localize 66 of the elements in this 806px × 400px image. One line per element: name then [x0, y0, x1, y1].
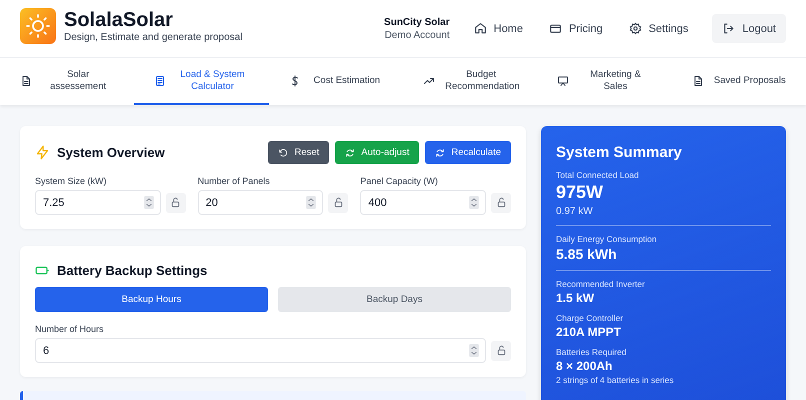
presentation-icon: [557, 74, 570, 86]
number-field[interactable]: 400: [360, 190, 486, 215]
tab[interactable]: Budget Recommendation: [402, 58, 538, 105]
metric-value: 1.5 kW: [556, 291, 596, 305]
field-label: System Size (kW): [35, 176, 108, 186]
undo-icon: [278, 148, 288, 158]
lightning-icon: [35, 145, 50, 160]
metric-value: 5.85 kWh: [556, 246, 618, 262]
refresh-icon: [435, 148, 446, 158]
document-icon: [692, 74, 704, 86]
open-lock-icon: [332, 197, 344, 208]
number-field[interactable]: 6: [35, 338, 486, 363]
home-icon: [474, 22, 487, 35]
metric-label: Charge Controller: [556, 313, 624, 323]
tab[interactable]: Cost Estimation: [268, 58, 403, 105]
metric-label: Recommended Inverter: [556, 279, 646, 289]
metric-label: Daily Energy Consumption: [556, 234, 658, 244]
metric-label: Total Connected Load: [556, 170, 640, 180]
spinner-icon: [469, 344, 479, 357]
panel-title: System Summary: [556, 144, 683, 161]
calculator-icon: [154, 74, 166, 86]
card-icon: [548, 22, 562, 35]
settings-icon: [628, 22, 642, 35]
nav-logout[interactable]: Logout: [712, 14, 786, 43]
field-label: Number of Hours: [35, 324, 105, 334]
card-title: System Overview: [57, 145, 165, 160]
refresh-icon: [345, 148, 356, 158]
metric-value: 8 × 200Ah: [556, 359, 614, 373]
mode-toggle[interactable]: Backup Days: [278, 287, 511, 312]
reset-button[interactable]: Reset: [268, 141, 330, 164]
number-field[interactable]: 7.25: [35, 190, 161, 215]
open-lock-icon: [496, 197, 507, 208]
spinner-icon: [469, 196, 480, 209]
tab[interactable]: Saved Proposals: [672, 58, 806, 105]
open-lock-icon: [170, 197, 182, 208]
spinner-icon: [144, 196, 154, 209]
app-title: SolalaSolar: [64, 8, 174, 32]
card-title: Battery Backup Settings: [57, 263, 208, 278]
field-label: Number of Panels: [198, 176, 271, 186]
metric-note: 0.97 kW: [556, 206, 594, 217]
lock-button[interactable]: [491, 192, 512, 212]
field-label: Panel Capacity (W): [360, 176, 439, 186]
lock-button[interactable]: [328, 192, 348, 212]
app-tagline: Design, Estimate and generate proposal: [64, 32, 242, 43]
tab[interactable]: Solar assessement: [0, 58, 134, 105]
nav-link[interactable]: Settings: [618, 14, 698, 43]
recalc-button[interactable]: Recalculate: [425, 141, 511, 164]
metric-value: 975W: [556, 182, 604, 203]
lock-button[interactable]: [166, 192, 186, 212]
metric-note: 2 strings of 4 batteries in series: [556, 375, 675, 385]
account-type: Demo Account: [384, 30, 450, 40]
metric-label: Batteries Required: [556, 347, 628, 357]
metric-value: 210A MPPT: [556, 325, 622, 339]
logout-icon: [722, 22, 736, 35]
spinner-icon: [306, 196, 316, 209]
sun-logo: [20, 8, 56, 44]
nav-link[interactable]: Home: [464, 14, 533, 43]
open-lock-icon: [496, 345, 506, 356]
tab[interactable]: Load & System Calculator: [134, 58, 269, 105]
document-icon: [20, 74, 32, 86]
mode-toggle[interactable]: Backup Hours: [35, 287, 268, 312]
lock-button[interactable]: [491, 340, 511, 360]
company-name: SunCity Solar: [384, 16, 450, 28]
number-field[interactable]: 20: [198, 190, 324, 215]
tab[interactable]: Marketing & Sales: [537, 58, 672, 105]
nav-link[interactable]: Pricing: [538, 14, 613, 43]
